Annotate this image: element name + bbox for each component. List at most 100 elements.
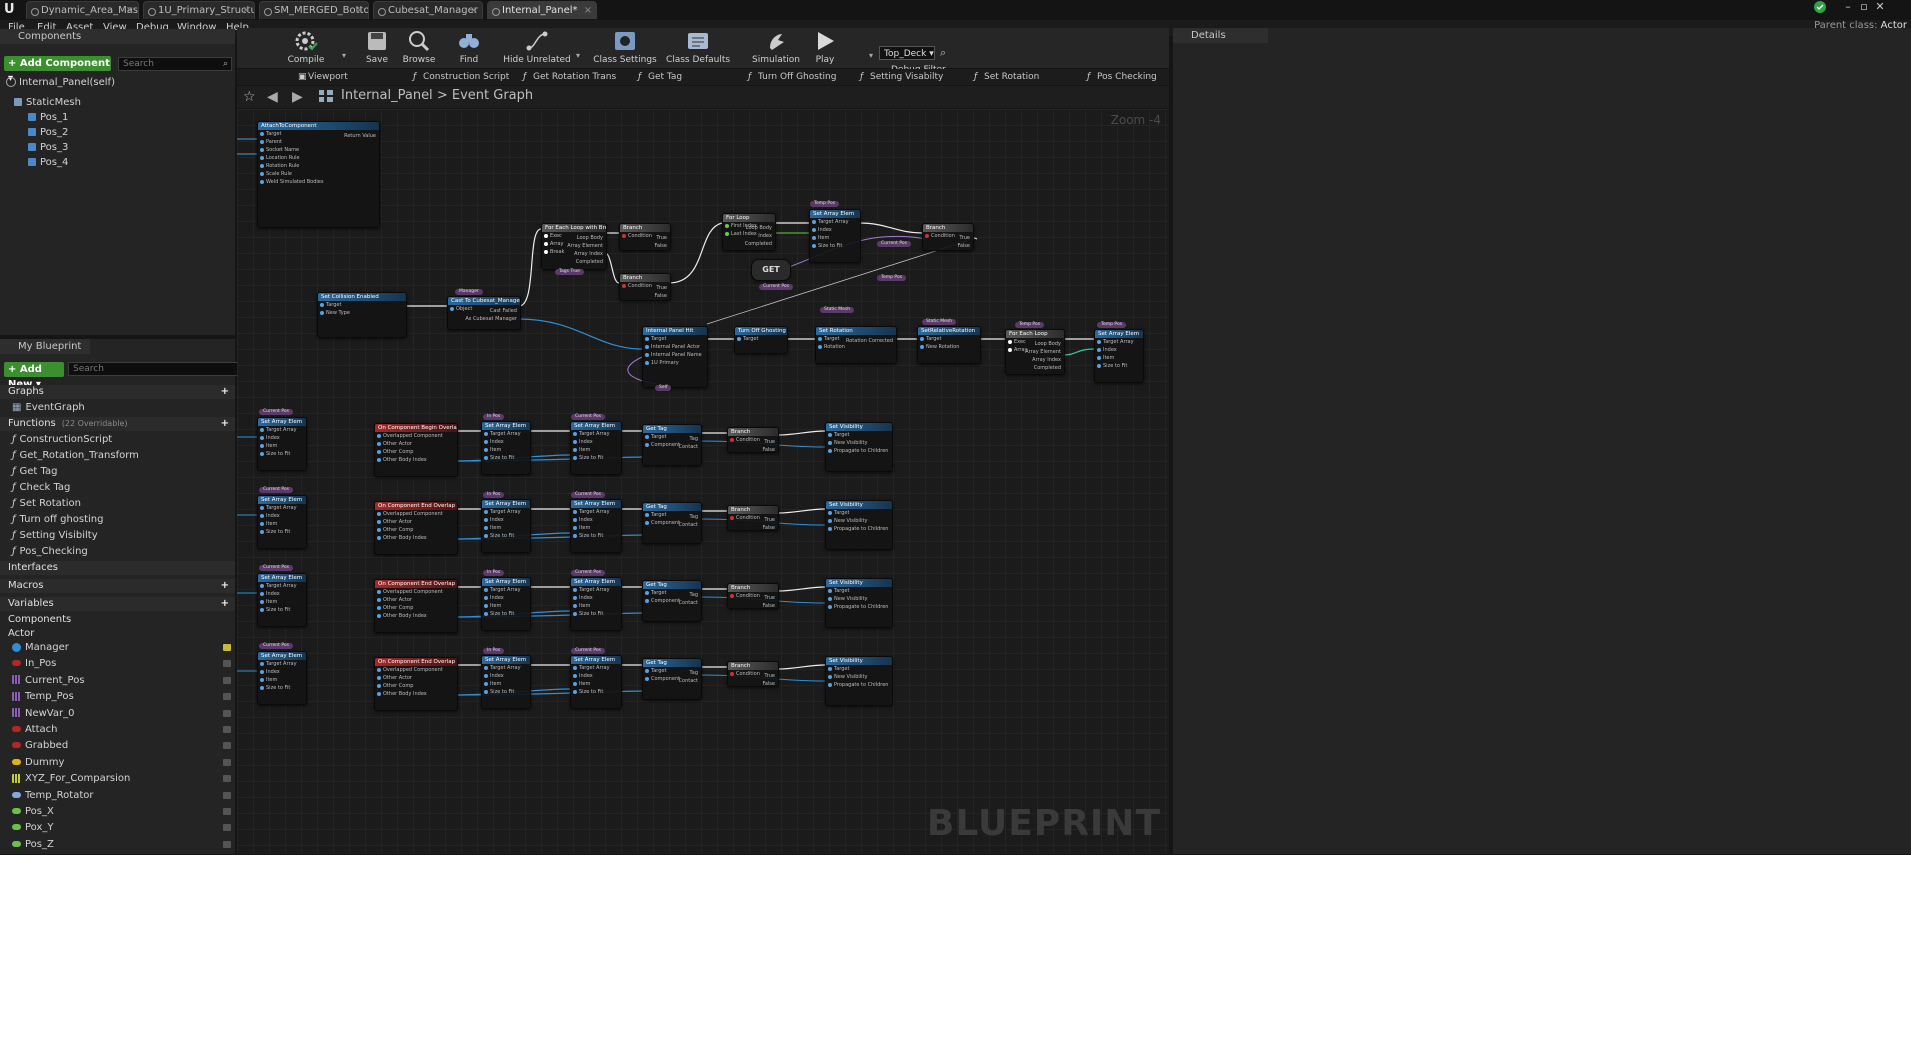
node-output-pin[interactable]: True — [656, 284, 667, 292]
node-input-pin[interactable]: Size to Fit — [1095, 362, 1143, 370]
node-output-pin[interactable]: False — [957, 242, 970, 250]
graph-tab[interactable]: ƒ Construction Script — [411, 70, 509, 84]
node-input-pin[interactable]: Index — [482, 594, 530, 602]
node-input-pin[interactable]: Target — [826, 587, 892, 595]
node-output-pin[interactable]: Tag — [690, 513, 698, 521]
variable-visibility-icon[interactable] — [223, 660, 231, 668]
node-input-pin[interactable]: Target Array — [810, 218, 860, 226]
variable-getter-temppos[interactable]: Temp Pos — [810, 201, 840, 207]
node-input-pin[interactable]: Internal Panel Actor — [643, 343, 707, 351]
variable-item[interactable]: Pos_X — [0, 805, 235, 819]
dropdown-arrow-icon[interactable]: ▾ — [342, 51, 346, 60]
variable-getter-currentpos[interactable]: Current Pos — [259, 565, 293, 571]
node-input-pin[interactable]: Target Array — [482, 508, 530, 516]
blueprint-node[interactable]: Set Array Elem Target Array Index Item Size … — [570, 655, 622, 709]
node-input-pin[interactable]: Size to Fit — [258, 450, 306, 458]
node-output-pin[interactable]: Contact — [679, 443, 698, 451]
node-input-pin[interactable]: 1U Primary — [643, 359, 707, 367]
variable-getter-temppos[interactable]: Temp Pos — [1015, 322, 1045, 328]
node-input-pin[interactable]: Item — [482, 680, 530, 688]
node-output-pin[interactable]: False — [762, 680, 775, 686]
node-output-pin[interactable]: Loop Body — [746, 224, 772, 232]
node-input-pin[interactable]: Other Comp — [375, 526, 457, 534]
node-output-pin[interactable]: Contact — [679, 677, 698, 685]
find-button[interactable]: Find — [448, 30, 490, 66]
node-input-pin[interactable]: Item — [571, 602, 621, 610]
blueprint-node[interactable]: Set Array Elem Target Array Index Item Size … — [570, 499, 622, 553]
blueprint-node[interactable]: On Component Begin Overlap (Pos_1)Overla… — [374, 423, 458, 477]
variable-visibility-icon[interactable] — [223, 742, 231, 750]
node-output-pin[interactable]: Loop Body — [1035, 340, 1061, 348]
node-input-pin[interactable]: Index — [482, 438, 530, 446]
node-input-pin[interactable]: Other Body Index — [375, 534, 457, 542]
play-button[interactable]: Play — [801, 30, 849, 66]
node-input-pin[interactable]: Index — [1095, 346, 1143, 354]
dropdown-arrow-icon[interactable]: ▾ — [869, 51, 873, 60]
node-input-pin[interactable]: Index — [571, 672, 621, 680]
node-input-pin[interactable]: Target Array — [482, 664, 530, 672]
blueprint-node[interactable]: Set Array Elem Target Array Index Item Size … — [481, 577, 531, 631]
document-tab[interactable]: 1U_Primary_Structure_Blu× — [143, 1, 255, 19]
node-input-pin[interactable]: Target Array — [571, 430, 621, 438]
node-output-pin[interactable]: Array Index — [574, 250, 603, 258]
node-output-pin[interactable]: Completed — [576, 258, 603, 266]
variable-getter-temppos[interactable]: Temp Pos — [877, 275, 907, 281]
blueprint-node[interactable]: Turn Off Ghosting Target — [734, 326, 788, 354]
node-input-pin[interactable]: New Rotation — [918, 343, 980, 351]
node-input-pin[interactable]: Target — [643, 335, 707, 343]
node-output-pin[interactable]: Index — [758, 232, 772, 240]
variable-visibility-icon[interactable] — [223, 676, 231, 684]
compile-button[interactable]: Compile — [276, 30, 336, 66]
graph-tab[interactable]: ƒ Pos Checking — [1085, 70, 1175, 84]
variable-getter-staticmesh[interactable]: Static Mesh — [922, 319, 957, 325]
node-input-pin[interactable]: Propagate to Children — [826, 447, 892, 455]
variable-item[interactable]: Dummy — [0, 756, 235, 770]
variable-getter-inpos[interactable]: In Pos — [483, 492, 505, 498]
node-input-pin[interactable]: Item — [482, 602, 530, 610]
node-input-pin[interactable]: Size to Fit — [482, 532, 530, 540]
variable-getter-currentpos[interactable]: Current Pos — [259, 409, 293, 415]
component-item[interactable]: Pos_1 — [28, 111, 68, 124]
blueprint-node[interactable]: Set Rotation Target Rotation Rotation Corre… — [815, 326, 897, 364]
variable-getter-currentpos[interactable]: Current Pos — [571, 648, 605, 654]
blueprint-node[interactable]: Branch Condition True False — [727, 661, 779, 687]
components-search-input[interactable]: Search ⌕ — [118, 57, 232, 71]
blueprint-node[interactable]: Set Array Elem Target Array Index Item Size … — [257, 417, 307, 471]
function-item[interactable]: ƒ ConstructionScript — [12, 433, 112, 447]
node-input-pin[interactable]: Other Actor — [375, 674, 457, 682]
node-input-pin[interactable]: New Visibility — [826, 673, 892, 681]
blueprint-node[interactable]: Set Array Elem Target Array Index Item Size … — [570, 421, 622, 475]
variable-getter-currentpos[interactable]: Current Pos — [877, 241, 911, 247]
component-item[interactable]: Pos_3 — [28, 141, 68, 154]
node-input-pin[interactable]: Item — [571, 524, 621, 532]
document-tab[interactable]: SM_MERGED_Bottom_Par× — [259, 1, 369, 19]
variable-getter-currentpos[interactable]: Current Pos — [259, 643, 293, 649]
dropdown-arrow-icon[interactable]: ▾ — [576, 51, 580, 60]
blueprint-node[interactable]: Branch Condition True False — [727, 505, 779, 531]
variable-visibility-icon[interactable] — [223, 693, 231, 701]
node-output-pin[interactable]: Loop Body — [577, 234, 603, 242]
node-input-pin[interactable]: Propagate to Children — [826, 681, 892, 689]
graph-tab[interactable]: ▣ Viewport — [296, 70, 356, 84]
blueprint-node[interactable]: Set Collision Enabled Target New Type — [317, 292, 407, 338]
node-input-pin[interactable]: Index — [258, 512, 306, 520]
add-functions-section-icon[interactable]: + — [221, 417, 229, 431]
blueprint-node[interactable]: Set Array Elem Target Array Index Item Size … — [481, 655, 531, 709]
node-input-pin[interactable]: Location Rule — [258, 154, 379, 162]
node-output-pin[interactable]: False — [654, 292, 667, 300]
blueprint-node[interactable]: Set Visibility Target New Visibility Propag… — [825, 656, 893, 706]
debug-filter-select[interactable]: Top_Deck ▾ — [879, 46, 935, 60]
graphs-section[interactable]: Graphs + — [0, 385, 235, 399]
variable-getter-inpos[interactable]: In Pos — [483, 414, 505, 420]
variable-getter-inpos[interactable]: In Pos — [483, 648, 505, 654]
node-input-pin[interactable]: New Visibility — [826, 595, 892, 603]
variable-getter-self[interactable]: Self — [655, 385, 672, 391]
blueprint-search-input[interactable]: Search ⌕ — [68, 362, 252, 376]
variable-getter-manager[interactable]: Manager — [455, 289, 483, 295]
document-tab[interactable]: Internal_Panel* × — [487, 1, 597, 19]
node-input-pin[interactable]: Other Actor — [375, 518, 457, 526]
node-input-pin[interactable]: Index — [482, 516, 530, 524]
node-output-pin[interactable]: True — [656, 234, 667, 242]
blueprint-node[interactable]: Cast To Cubesat_Manager Object Cast Failed… — [447, 296, 521, 330]
blueprint-node[interactable]: On Component End Overlap (Pos_3)Overlapp… — [374, 579, 458, 633]
